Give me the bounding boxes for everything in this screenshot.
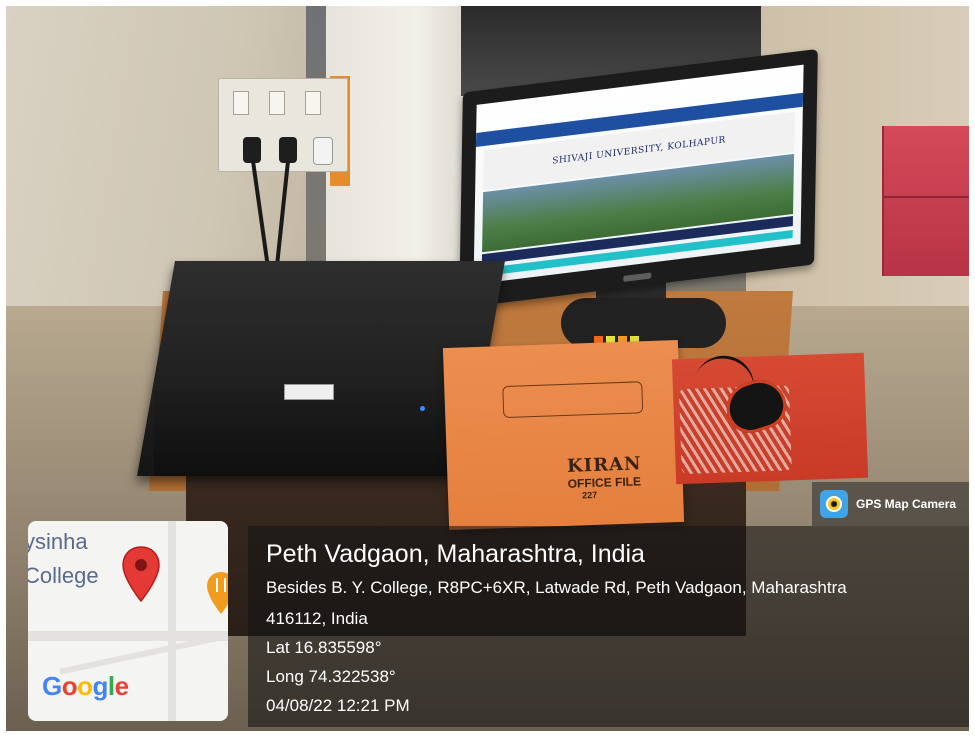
address-line-2: 416112, India xyxy=(266,609,368,628)
gps-app-label: GPS Map Camera xyxy=(856,497,957,511)
location-title: Peth Vadgaon, Maharashtra, India xyxy=(266,540,645,568)
map-pin-icon xyxy=(122,546,160,603)
capture-datetime: 04/08/22 12:21 PM xyxy=(266,696,410,715)
cpu-front-panel xyxy=(154,391,449,476)
cpu-sticker xyxy=(284,384,334,400)
switch xyxy=(269,91,285,115)
power-plug xyxy=(279,137,297,163)
monitor-screen: SHIVAJI UNIVERSITY, KOLHAPUR xyxy=(473,64,804,285)
map-place-label: College xyxy=(28,563,99,588)
switch xyxy=(305,91,321,115)
longitude: Long 74.322538° xyxy=(266,667,396,686)
file-brand: KIRAN xyxy=(566,453,642,477)
location-info-panel: Peth Vadgaon, Maharashtra, India Besides… xyxy=(248,526,969,727)
power-plug xyxy=(243,137,261,163)
address-line-1: Besides B. Y. College, R8PC+6XR, Latwade… xyxy=(266,578,847,597)
file-label-box xyxy=(502,381,644,419)
google-logo-letter: g xyxy=(92,671,109,701)
map-thumbnail: ysinha College Google xyxy=(28,521,228,721)
google-logo: Google xyxy=(42,671,129,702)
power-socket-board xyxy=(218,78,348,172)
gps-map-camera-icon xyxy=(820,490,848,518)
monitor: SHIVAJI UNIVERSITY, KOLHAPUR xyxy=(459,48,818,309)
latitude: Lat 16.835598° xyxy=(266,638,382,657)
map-road xyxy=(168,521,176,721)
monitor-brand-logo xyxy=(622,272,651,282)
google-logo-letter: G xyxy=(42,671,62,701)
gps-map-camera-badge: GPS Map Camera xyxy=(812,482,969,526)
switch xyxy=(233,91,249,115)
google-logo-letter: o xyxy=(77,671,93,701)
google-logo-letter: o xyxy=(61,671,78,701)
map-place-label: ysinha xyxy=(28,529,88,554)
file-subtitle: OFFICE FILE xyxy=(567,474,642,491)
restaurant-icon xyxy=(207,572,228,614)
office-file: KIRAN OFFICE FILE 227 xyxy=(442,339,685,531)
red-carton xyxy=(882,126,969,276)
google-logo-letter: e xyxy=(114,671,129,701)
power-plug xyxy=(313,137,333,165)
cpu-power-led xyxy=(420,406,425,411)
file-number: 227 xyxy=(581,489,598,501)
photo-frame: SHIVAJI UNIVERSITY, KOLHAPUR KIRAN OFFIC… xyxy=(6,6,969,731)
google-logo-letter: l xyxy=(107,671,115,701)
